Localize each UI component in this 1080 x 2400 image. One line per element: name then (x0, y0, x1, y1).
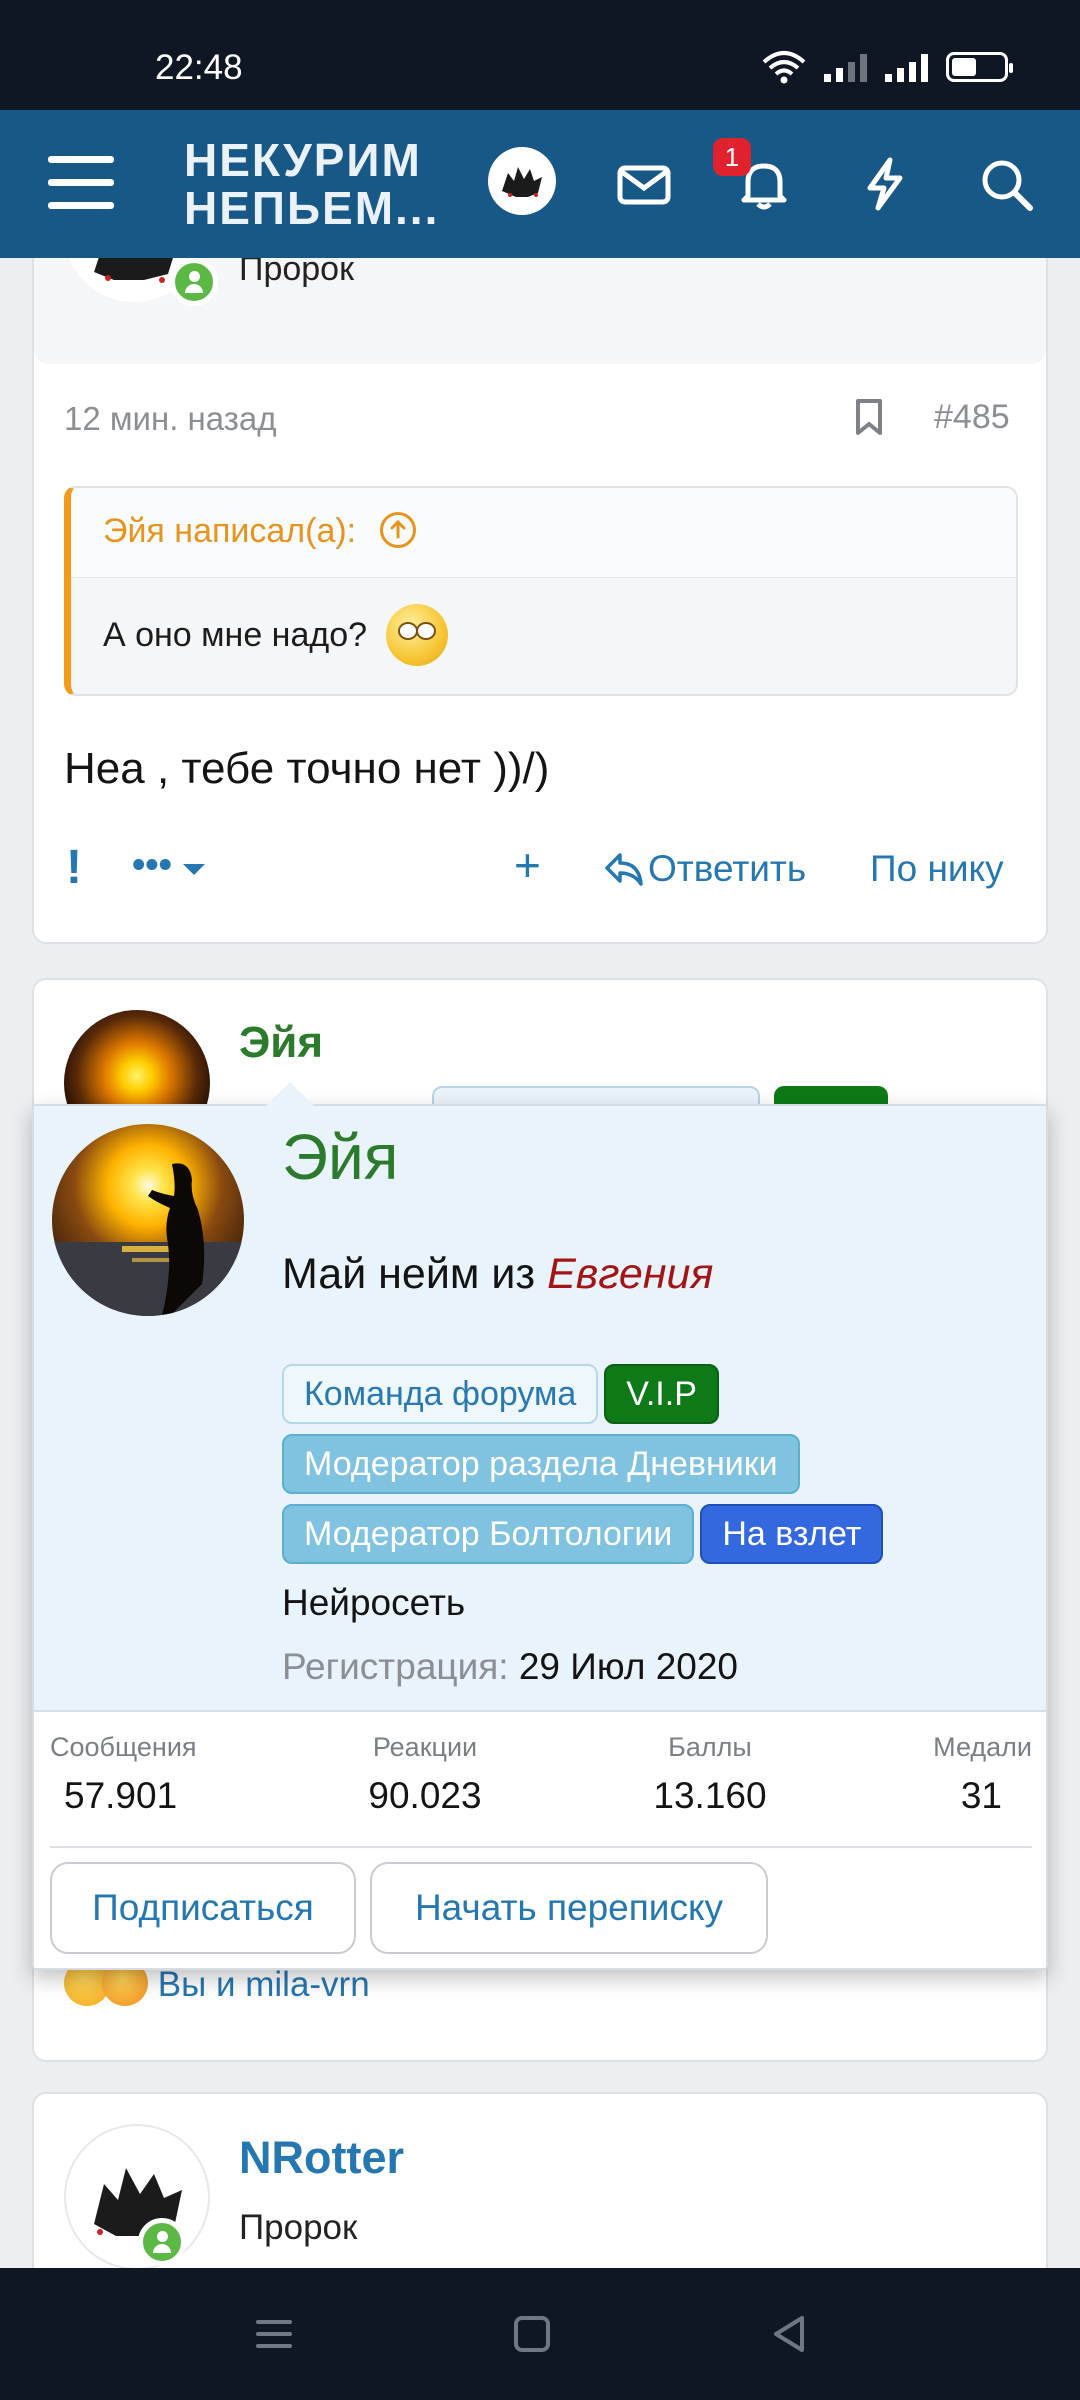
battery-icon (946, 52, 1013, 82)
post-time[interactable]: 12 мин. назад (64, 400, 277, 438)
tooltip-arrow (266, 1082, 314, 1106)
back-icon[interactable] (766, 2310, 814, 2358)
stat-label: Медали (933, 1732, 1032, 1762)
logo-line-1: НЕКУРИМ (184, 134, 422, 186)
quote-body: А оно мне надо? (71, 578, 1016, 666)
status-bar: 22:48 (0, 0, 1080, 110)
post-username[interactable]: Эйя (239, 1018, 323, 1068)
search-icon[interactable] (976, 154, 1036, 214)
member-title-prefix: Май нейм из (282, 1250, 536, 1298)
status-icons (762, 50, 1013, 84)
account-avatar[interactable] (488, 147, 556, 215)
member-title: Май нейм из Евгения (282, 1250, 713, 1299)
post-actions: ! ••• + Ответить По нику (34, 838, 1046, 900)
rolling-eyes-emoji-icon (386, 604, 449, 666)
banner-forum-team: Команда форума (282, 1364, 599, 1424)
banner-takeoff: На взлет (700, 1504, 884, 1564)
stat-value: 57.901 (64, 1775, 178, 1816)
wifi-icon (762, 51, 806, 84)
member-rank: Нейросеть (282, 1582, 466, 1623)
by-nick-button[interactable]: По нику (870, 848, 1004, 890)
mail-icon[interactable] (614, 154, 674, 214)
multi-quote-button[interactable]: + (514, 838, 541, 892)
reply-icon (605, 853, 643, 886)
reply-label: Ответить (648, 848, 807, 889)
member-stats: Сообщения 57.901 Реакции 90.023 Баллы 13… (50, 1732, 1032, 1848)
stat-value: 13.160 (653, 1775, 767, 1816)
status-time: 22:48 (155, 48, 243, 87)
post-username[interactable]: NRotter (239, 2132, 404, 2184)
post-number[interactable]: #485 (934, 398, 1010, 437)
stat-value: 90.023 (368, 1775, 482, 1816)
stat-value: 31 (960, 1775, 1002, 1816)
banner-moderator-talk: Модератор Болтологии (282, 1504, 695, 1564)
notification-badge: 1 (713, 138, 751, 176)
user-avatar[interactable] (64, 2124, 210, 2270)
logo-line-2: НЕПЬЕМ... (184, 182, 440, 234)
member-tooltip: Эйя Май нейм из Евгения Команда форума V.… (32, 1082, 1048, 1970)
online-status-icon (170, 258, 218, 306)
stat-medals[interactable]: Медали 31 (933, 1732, 1032, 1817)
banner-vip: V.I.P (604, 1364, 719, 1424)
post-card: Пророк 12 мин. назад #485 Эйя написал(а)… (32, 162, 1048, 944)
stat-label: Сообщения (50, 1732, 197, 1762)
banner-moderator-diaries: Модератор раздела Дневники (282, 1434, 800, 1494)
signal-2-icon (885, 52, 928, 82)
quote-block: Эйя написал(а): А оно мне надо? (64, 486, 1018, 696)
lightning-icon[interactable] (854, 154, 914, 214)
chevron-down-icon (183, 864, 206, 875)
bookmark-icon[interactable] (854, 398, 884, 436)
divider (50, 1846, 1032, 1848)
post-body: Неа , тебе точно нет ))/) (64, 744, 550, 793)
start-conversation-button[interactable]: Начать переписку (370, 1862, 768, 1954)
quote-author[interactable]: Эйя написал(а): (103, 512, 356, 550)
registration-label: Регистрация: (282, 1646, 509, 1687)
stat-points[interactable]: Баллы 13.160 (640, 1732, 780, 1817)
home-icon[interactable] (508, 2310, 556, 2358)
recent-apps-icon[interactable] (250, 2310, 298, 2358)
registration-date: 29 Июл 2020 (518, 1646, 739, 1687)
more-menu-button[interactable]: ••• (132, 844, 206, 887)
avatar-art (52, 1124, 244, 1316)
stat-messages[interactable]: Сообщения 57.901 (50, 1732, 197, 1817)
follow-button[interactable]: Подписаться (50, 1862, 356, 1954)
member-tooltip-header: Эйя Май нейм из Евгения Команда форума V.… (34, 1106, 1046, 1712)
stat-reactions[interactable]: Реакции 90.023 (355, 1732, 495, 1817)
menu-icon[interactable] (48, 156, 114, 212)
user-role: Пророк (239, 2208, 358, 2247)
quote-header[interactable]: Эйя написал(а): (71, 488, 1016, 578)
signal-1-icon (824, 52, 867, 82)
report-icon[interactable]: ! (66, 840, 82, 895)
member-avatar[interactable] (52, 1124, 244, 1316)
member-banners: Команда форума V.I.P Модератор раздела Дн… (282, 1364, 1022, 1574)
quote-text: А оно мне надо? (103, 616, 368, 654)
app-header: НЕКУРИМ НЕПЬЕМ... 1 (0, 110, 1080, 258)
stat-label: Баллы (668, 1732, 752, 1762)
arrow-up-icon[interactable] (379, 512, 416, 548)
online-status-icon (138, 2218, 186, 2266)
avatar-art (94, 2168, 182, 2237)
member-name[interactable]: Эйя (282, 1120, 398, 1194)
site-logo[interactable]: НЕКУРИМ НЕПЬЕМ... (184, 136, 439, 232)
member-registration: Регистрация: 29 Июл 2020 (282, 1646, 738, 1688)
reply-button[interactable]: Ответить (604, 848, 806, 890)
more-dots-icon: ••• (132, 844, 172, 886)
system-nav-bar (0, 2268, 1080, 2400)
reaction-users[interactable]: Вы и mila-vrn (158, 1965, 370, 2004)
avatar-art (502, 167, 542, 197)
stat-label: Реакции (372, 1732, 478, 1762)
member-title-name: Евгения (547, 1250, 714, 1298)
